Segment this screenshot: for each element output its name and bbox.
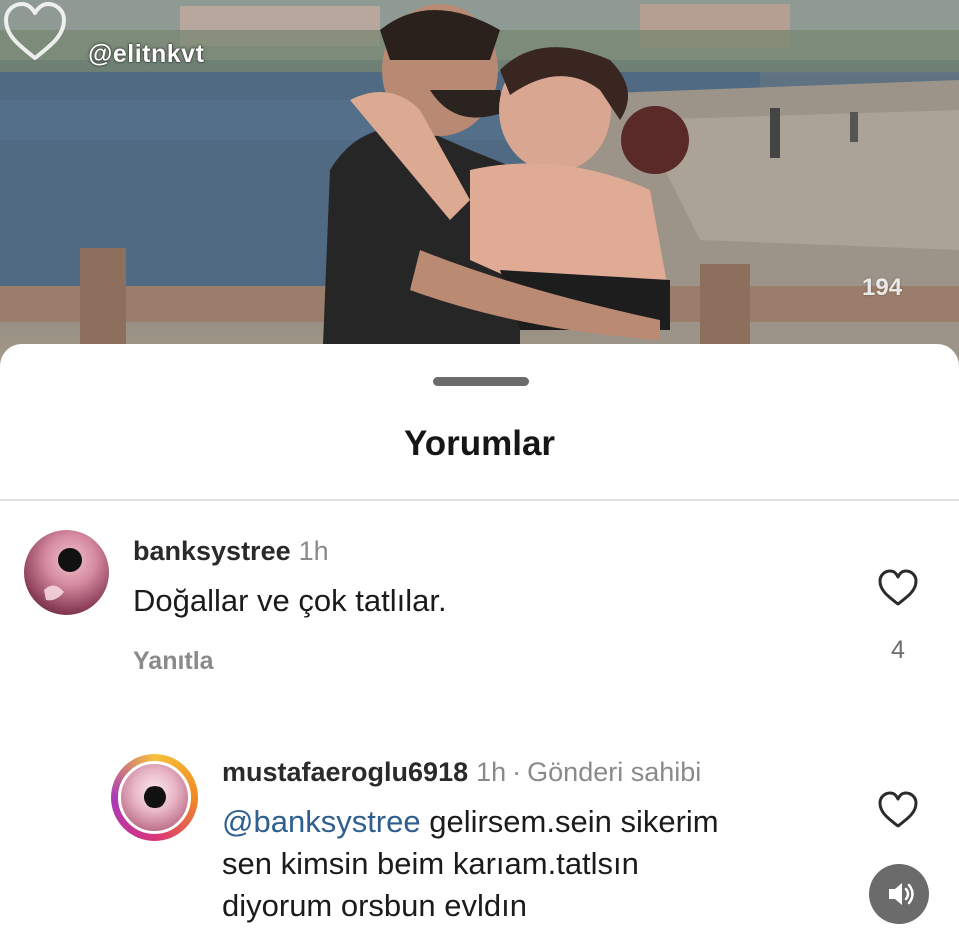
post-owner-badge: Gönderi sahibi [527,757,702,787]
comment-text-line: diyorum orsbun evldın [222,888,527,923]
instagram-post-screen: @elitnkvt 194 Yorumlar banksystree 1h Doğ… [0,0,959,952]
comment-time: 1h [476,757,507,787]
watermark-username: @elitnkvt [88,40,205,68]
comments-sheet: Yorumlar banksystree 1h Doğallar ve çok t… [0,344,959,952]
sound-toggle-button[interactable] [869,864,929,924]
comment-like-count: 4 [891,636,905,664]
heart-outline-icon[interactable] [876,790,920,830]
heart-outline-icon[interactable] [0,0,70,64]
separator-dot: · [512,757,522,787]
comment-username-text[interactable]: mustafaeroglu6918 [222,757,468,787]
comment-text: @banksystree gelirsem.sein sikerim [222,801,719,843]
heart-outline-icon[interactable] [876,568,920,608]
reply-button[interactable]: Yanıtla [133,647,214,676]
divider [0,499,959,501]
sheet-title: Yorumlar [403,424,556,463]
comment-username-text[interactable]: banksystree [133,536,291,566]
photo-like-count: 194 [862,274,903,301]
comment-text: Doğallar ve çok tatlılar. [133,583,447,618]
avatar[interactable] [24,530,109,615]
drag-handle[interactable] [433,377,529,386]
mention-link[interactable]: @banksystree [222,804,421,839]
speaker-icon [889,883,914,905]
avatar-image [44,548,82,601]
comment-text-line: sen kimsin beim karıam.tatlsın [222,846,639,881]
avatar[interactable] [118,761,191,834]
comment-time: 1h [298,536,329,566]
comment-username[interactable]: mustafaeroglu6918 1h · Gönderi sahibi [222,757,701,788]
comment-username[interactable]: banksystree 1h [133,536,329,567]
avatar-image [143,786,166,809]
post-photo[interactable]: @elitnkvt 194 [0,0,959,370]
comment-text-line: gelirsem.sein sikerim [420,804,719,839]
